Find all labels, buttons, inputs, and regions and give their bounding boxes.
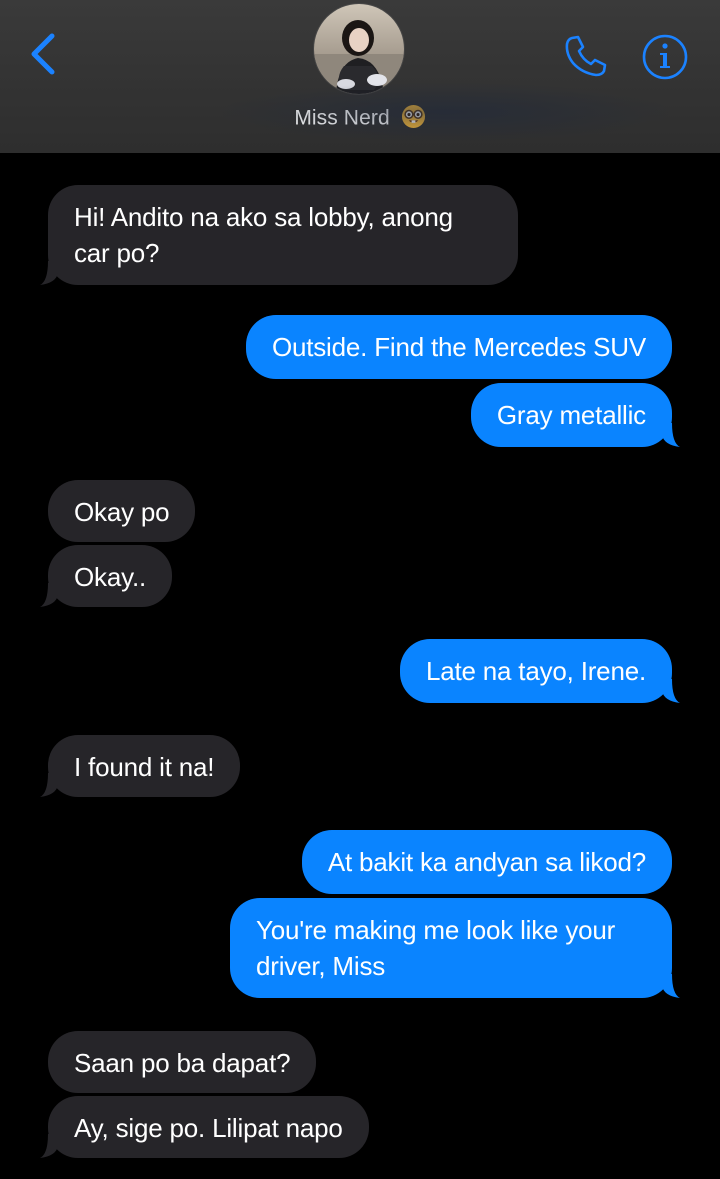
back-button[interactable] xyxy=(24,30,64,78)
message-text: I found it na! xyxy=(74,752,215,782)
outgoing-message[interactable]: At bakit ka andyan sa likod? xyxy=(301,830,672,894)
message-text: Okay.. xyxy=(74,562,147,592)
message-text: Gray metallic xyxy=(496,400,646,430)
incoming-message[interactable]: Hi! Andito na ako sa lobby, anong car po… xyxy=(40,185,518,285)
info-icon xyxy=(642,34,688,80)
contact-avatar[interactable] xyxy=(314,4,404,94)
conversation-header: Miss Nerd xyxy=(0,0,720,153)
chevron-left-icon xyxy=(31,33,55,75)
incoming-message[interactable]: Okay po xyxy=(48,480,196,542)
nerd-face-emoji xyxy=(401,105,425,129)
contact-name: Miss Nerd xyxy=(294,106,390,130)
message-text: Saan po ba dapat? xyxy=(74,1048,291,1078)
incoming-message[interactable]: I found it na! xyxy=(40,735,241,797)
message-text: Ay, sige po. Lilipat napo xyxy=(74,1113,343,1143)
call-button[interactable] xyxy=(562,32,610,80)
message-text: Hi! Andito na ako sa lobby, anong car po… xyxy=(74,202,453,268)
outgoing-message[interactable]: Gray metallic xyxy=(470,383,680,447)
incoming-message[interactable]: Ay, sige po. Lilipat napo xyxy=(40,1096,369,1158)
outgoing-message[interactable]: You're making me look like your driver, … xyxy=(230,898,680,998)
message-text: Late na tayo, Irene. xyxy=(425,656,646,686)
incoming-message[interactable]: Okay.. xyxy=(40,545,173,607)
incoming-message[interactable]: Saan po ba dapat? xyxy=(48,1031,317,1093)
contact-name-button[interactable]: Miss Nerd xyxy=(0,105,720,130)
info-button[interactable] xyxy=(641,33,689,81)
message-text: You're making me look like your driver, … xyxy=(256,915,616,981)
outgoing-message[interactable]: Late na tayo, Irene. xyxy=(399,639,680,703)
message-text: Okay po xyxy=(74,497,170,527)
phone-icon xyxy=(565,35,607,77)
message-text: Outside. Find the Mercedes SUV xyxy=(271,332,646,362)
message-text: At bakit ka andyan sa likod? xyxy=(327,847,646,877)
outgoing-message[interactable]: Outside. Find the Mercedes SUV xyxy=(245,315,672,379)
message-thread[interactable]: Hi! Andito na ako sa lobby, anong car po… xyxy=(0,153,720,1179)
